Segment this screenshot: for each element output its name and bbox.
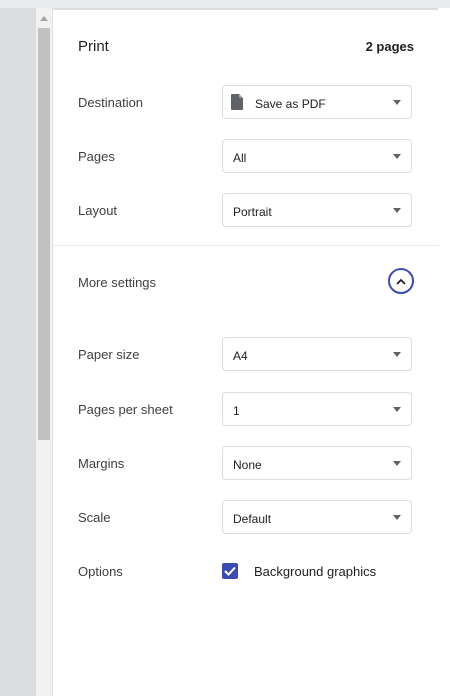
page-count: 2 pages [365,39,414,54]
margins-value: None [233,458,262,472]
layout-label: Layout [78,203,118,218]
chevron-down-icon [393,407,401,412]
scrollbar-thumb[interactable] [38,28,50,440]
top-strip [0,0,450,8]
chevron-down-icon [393,515,401,520]
pages-per-sheet-select[interactable]: 1 [222,392,412,426]
options-label: Options [78,564,123,579]
more-settings-toggle-button[interactable] [388,268,414,294]
chevron-down-icon [393,100,401,105]
right-margin [438,8,450,696]
paper-size-label: Paper size [78,347,140,362]
scale-label: Scale [78,510,111,525]
destination-value: Save as PDF [255,97,326,111]
pages-select[interactable]: All [222,139,412,173]
paper-size-value: A4 [233,349,248,363]
scale-value: Default [233,512,272,526]
background-graphics-checkbox[interactable] [222,563,238,579]
pages-label: Pages [78,149,115,164]
paper-size-select[interactable]: A4 [222,337,412,371]
scale-row: Scale Default [53,500,439,536]
document-icon [231,94,243,110]
chevron-down-icon [393,352,401,357]
chevron-down-icon [393,208,401,213]
destination-label: Destination [78,95,144,110]
pages-per-sheet-value: 1 [233,404,240,418]
pages-row: Pages All [53,139,439,175]
layout-row: Layout Portrait [53,193,439,229]
destination-row: Destination Save as PDF [53,85,439,121]
margins-label: Margins [78,456,125,471]
print-header: Print 2 pages [53,10,439,82]
chevron-up-icon [396,278,406,285]
print-settings-panel: Print 2 pages Destination Save as PDF Pa… [52,10,439,696]
destination-select[interactable]: Save as PDF [222,85,412,119]
scroll-up-arrow-icon[interactable] [36,10,52,26]
more-settings-label: More settings [78,275,157,290]
layout-value: Portrait [233,205,272,219]
layout-select[interactable]: Portrait [222,193,412,227]
page-title: Print [78,38,109,55]
scale-select[interactable]: Default [222,500,412,534]
margins-select[interactable]: None [222,446,412,480]
options-row: Options [53,554,439,590]
pages-per-sheet-label: Pages per sheet [78,402,173,417]
section-divider [53,245,439,246]
chevron-down-icon [393,154,401,159]
background-graphics-label: Background graphics [254,564,377,579]
paper-size-row: Paper size A4 [53,337,439,373]
pages-value: All [233,151,247,165]
checkmark-icon [224,566,236,576]
chevron-down-icon [393,461,401,466]
pages-per-sheet-row: Pages per sheet 1 [53,392,439,428]
preview-background [0,8,36,696]
margins-row: Margins None [53,446,439,482]
